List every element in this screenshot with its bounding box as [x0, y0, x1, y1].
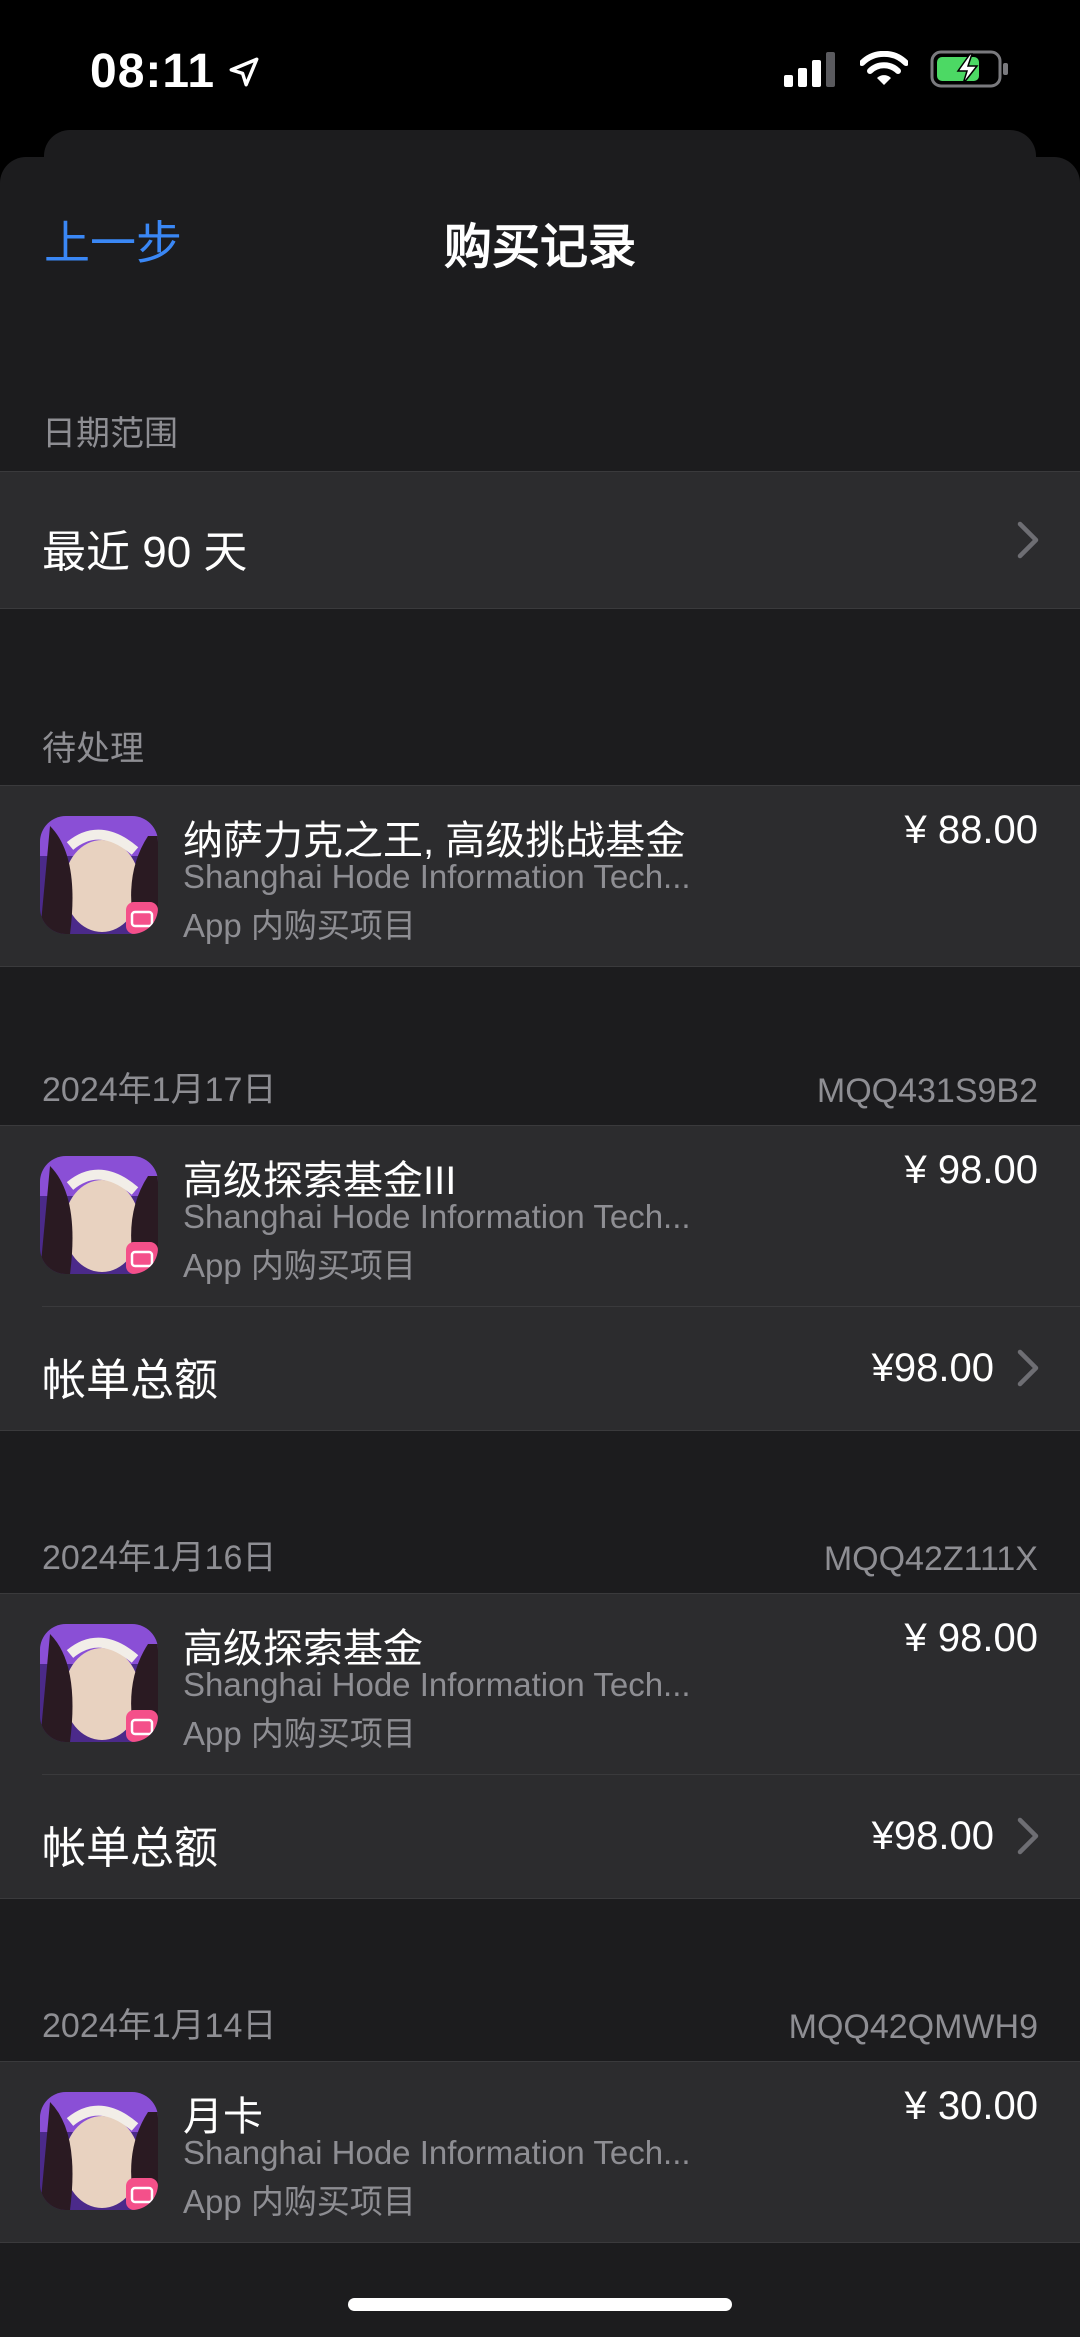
chevron-right-icon — [1016, 520, 1040, 560]
item-type: App 内购买项目 — [183, 1715, 416, 1752]
chevron-right-icon — [1016, 1816, 1040, 1856]
date-range-header: 日期范围 — [42, 415, 178, 453]
item-type: App 内购买项目 — [183, 1247, 416, 1284]
status-bar: 08:11 — [0, 0, 1080, 140]
item-price: ¥ 98.00 — [904, 1148, 1038, 1192]
app-icon — [40, 1156, 158, 1274]
purchase-history-sheet: 上一步 购买记录 日期范围 最近 90 天 待处理 纳萨力克之王, 高级挑战基金… — [0, 157, 1080, 2337]
item-price: ¥ 98.00 — [904, 1616, 1038, 1660]
order-date: 2024年1月14日 — [42, 2007, 277, 2045]
date-range-value: 最近 90 天 — [42, 528, 248, 577]
order-header: 2024年1月14日 MQQ42QMWH9 — [0, 1997, 1080, 2057]
navigation-bar: 上一步 购买记录 — [0, 157, 1080, 307]
pending-header: 待处理 — [42, 730, 144, 768]
order-date: 2024年1月17日 — [42, 1071, 277, 1109]
item-seller: Shanghai Hode Information Tech... — [183, 858, 691, 895]
order-group: 高级探索基金III Shanghai Hode Information Tech… — [0, 1125, 1080, 1431]
app-icon — [40, 816, 158, 934]
bill-total-row[interactable]: 帐单总额 ¥98.00 — [0, 1306, 1080, 1430]
purchase-item[interactable]: 月卡 Shanghai Hode Information Tech... App… — [0, 2062, 1080, 2242]
item-price: ¥ 30.00 — [904, 2084, 1038, 2128]
pending-group: 纳萨力克之王, 高级挑战基金 Shanghai Hode Information… — [0, 785, 1080, 967]
item-type: App 内购买项目 — [183, 907, 416, 944]
order-date: 2024年1月16日 — [42, 1539, 277, 1577]
wifi-icon — [860, 51, 908, 85]
purchase-item[interactable]: 高级探索基金 Shanghai Hode Information Tech...… — [0, 1594, 1080, 1774]
status-time: 08:11 — [90, 44, 261, 99]
order-group: 高级探索基金 Shanghai Hode Information Tech...… — [0, 1593, 1080, 1899]
order-header: 2024年1月16日 MQQ42Z111X — [0, 1529, 1080, 1589]
order-id: MQQ42QMWH9 — [788, 2008, 1038, 2046]
item-price: ¥ 88.00 — [904, 808, 1038, 852]
home-indicator[interactable] — [348, 2298, 732, 2311]
order-group: 月卡 Shanghai Hode Information Tech... App… — [0, 2061, 1080, 2243]
order-id: MQQ42Z111X — [823, 1540, 1038, 1578]
location-arrow-icon — [229, 57, 259, 86]
date-range-row[interactable]: 最近 90 天 — [0, 471, 1080, 609]
battery-charging-icon — [930, 50, 1008, 88]
item-seller: Shanghai Hode Information Tech... — [183, 2134, 691, 2171]
bill-total-value: ¥98.00 — [871, 1346, 994, 1390]
order-header: 2024年1月17日 MQQ431S9B2 — [0, 1061, 1080, 1121]
item-seller: Shanghai Hode Information Tech... — [183, 1198, 691, 1235]
app-icon — [40, 1624, 158, 1742]
bill-total-value: ¥98.00 — [871, 1814, 994, 1858]
item-seller: Shanghai Hode Information Tech... — [183, 1666, 691, 1703]
app-icon — [40, 2092, 158, 2210]
page-title: 购买记录 — [443, 221, 636, 274]
chevron-right-icon — [1016, 1348, 1040, 1388]
bill-total-label: 帐单总额 — [42, 1824, 218, 1873]
order-id: MQQ431S9B2 — [816, 1072, 1038, 1110]
purchase-item[interactable]: 纳萨力克之王, 高级挑战基金 Shanghai Hode Information… — [0, 786, 1080, 966]
bill-total-label: 帐单总额 — [42, 1356, 218, 1405]
item-type: App 内购买项目 — [183, 2183, 416, 2220]
purchase-item[interactable]: 高级探索基金III Shanghai Hode Information Tech… — [0, 1126, 1080, 1306]
cellular-signal-icon — [784, 52, 835, 87]
bill-total-row[interactable]: 帐单总额 ¥98.00 — [0, 1774, 1080, 1898]
